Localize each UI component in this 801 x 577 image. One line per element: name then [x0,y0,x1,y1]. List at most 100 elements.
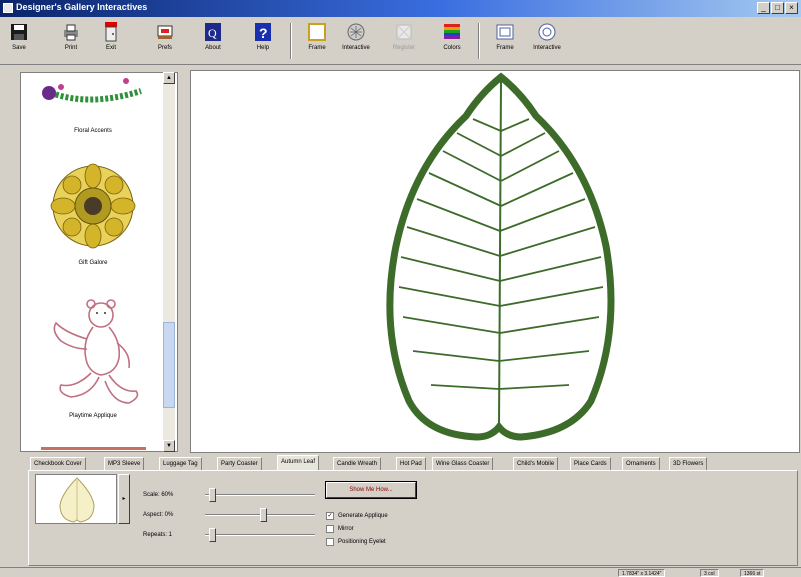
frame-view-button[interactable]: Frame [490,20,520,62]
tab-ornaments[interactable]: Ornaments [622,457,660,470]
floral-accents-thumbnail [42,78,142,103]
gallery-item-floral-accents[interactable]: Floral Accents [21,73,166,148]
aspect-slider[interactable] [205,508,315,522]
slider-knob[interactable] [209,528,216,542]
gallery-item-label: Playtime Applique [69,413,117,419]
leaf-preview-icon [59,477,95,523]
slider-track [205,534,315,536]
tab-childs-mobile[interactable]: Child's Mobile [513,457,559,470]
generate-applique-label: Generate Applique [338,513,388,519]
interactive-icon [346,22,366,42]
save-label: Save [12,45,26,51]
tab-place-cards[interactable]: Place Cards [570,457,611,470]
preview-dropdown-arrow-icon[interactable]: ▸ [118,474,130,524]
interactive-view-icon [537,22,557,42]
exit-door-icon [101,22,121,42]
scale-label: Scale: 60% [143,492,174,498]
title-bar: Designer's Gallery Interactives _ □ × [0,0,801,17]
slider-knob[interactable] [260,508,267,522]
scroll-thumb[interactable] [163,322,175,408]
autumn-leaf-design [386,72,615,441]
help-label: Help [256,45,270,51]
tab-checkbook-cover[interactable]: Checkbook Cover [30,457,86,470]
window-title: Designer's Gallery Interactives [16,2,148,12]
minimize-button[interactable]: _ [757,2,770,14]
app-icon [3,3,13,13]
mirror-label: Mirror [338,526,354,532]
status-colors: 3 col [700,569,719,577]
colors-button[interactable]: Colors [437,20,467,62]
prefs-label: Prefs [157,45,172,51]
show-me-how-button[interactable]: Show Me How... [325,481,417,499]
colors-icon [442,22,462,42]
about-icon: Q [203,22,223,42]
positioning-eyelet-checkbox[interactable] [326,538,334,546]
about-button[interactable]: Q About [198,20,228,62]
mirror-checkbox[interactable] [326,525,334,533]
tab-3d-flowers[interactable]: 3D Flowers [669,457,708,470]
toolbar-separator [290,23,292,59]
interactive-label: Interactive [342,45,370,51]
project-tabs: Checkbook Cover MP3 Sleeve Luggage Tag P… [30,455,800,471]
interactive-view-label: Interactive [533,45,561,51]
gallery-item-partial [41,447,146,450]
svg-text:?: ? [259,25,268,41]
register-icon [394,22,414,42]
tab-mp3-sleeve[interactable]: MP3 Sleeve [104,457,145,470]
colors-label: Colors [443,45,461,51]
about-label: About [205,45,221,51]
tab-autumn-leaf[interactable]: Autumn Leaf [277,455,320,470]
generate-applique-checkbox[interactable]: ✓ [326,512,334,520]
help-icon: ? [253,22,273,42]
frame-icon [307,22,327,42]
print-button[interactable]: Print [56,20,86,62]
exit-label: Exit [105,45,116,51]
gallery-item-playtime-applique[interactable]: Playtime Applique [21,288,166,438]
repeats-slider[interactable] [205,528,315,542]
printer-icon [61,22,81,42]
repeats-label: Repeats: 1 [143,532,173,538]
help-button[interactable]: ? Help [248,20,278,62]
tab-candle-wreath[interactable]: Candle Wreath [333,457,381,470]
design-canvas[interactable] [190,70,800,453]
gallery-item-label: Floral Accents [74,128,112,134]
frame-view-icon [495,22,515,42]
slider-knob[interactable] [209,488,216,502]
scale-slider[interactable] [205,488,315,502]
register-button: Register [389,20,419,62]
gallery-item-gift-galore[interactable]: Gift Galore [21,153,166,278]
aspect-label: Aspect: 0% [143,512,174,518]
interactive-button[interactable]: Interactive [341,20,371,62]
register-label: Register [392,45,416,51]
frame-label: Frame [308,45,326,51]
preferences-icon [155,22,175,42]
close-button[interactable]: × [785,2,798,14]
frame-view-label: Frame [496,45,514,51]
tab-wine-glass-coaster[interactable]: Wine Glass Coaster [432,457,494,470]
toolbar-separator [478,23,480,59]
exit-button[interactable]: Exit [96,20,126,62]
gift-galore-thumbnail [50,163,136,249]
floppy-disk-icon [9,22,29,42]
scroll-up-arrow-icon[interactable]: ▲ [163,72,175,84]
design-preview [35,474,117,524]
frame-button[interactable]: Frame [302,20,332,62]
maximize-button[interactable]: □ [771,2,784,14]
gallery-item-label: Gift Galore [78,260,108,266]
positioning-eyelet-label: Positioning Eyelet [338,539,386,545]
status-bar: 1.7834" x 3.1424" 3 col 1366 st [0,567,801,577]
design-gallery-list[interactable]: Floral Accents Gift Galore Playtime Appl… [20,72,178,452]
gallery-scrollbar[interactable]: ▲ ▼ [163,72,175,452]
tab-luggage-tag[interactable]: Luggage Tag [159,457,202,470]
playtime-applique-thumbnail [53,299,139,404]
toolbar: Save Print Exit Prefs Q About ? Help Fra… [0,17,801,65]
tab-party-coaster[interactable]: Party Coaster [217,457,262,470]
prefs-button[interactable]: Prefs [150,20,180,62]
slider-track [205,494,315,496]
print-label: Print [64,45,78,51]
interactive-view-button[interactable]: Interactive [532,20,562,62]
svg-text:Q: Q [208,26,217,40]
scroll-down-arrow-icon[interactable]: ▼ [163,440,175,452]
tab-hot-pad[interactable]: Hot Pad [396,457,426,470]
save-button[interactable]: Save [4,20,34,62]
